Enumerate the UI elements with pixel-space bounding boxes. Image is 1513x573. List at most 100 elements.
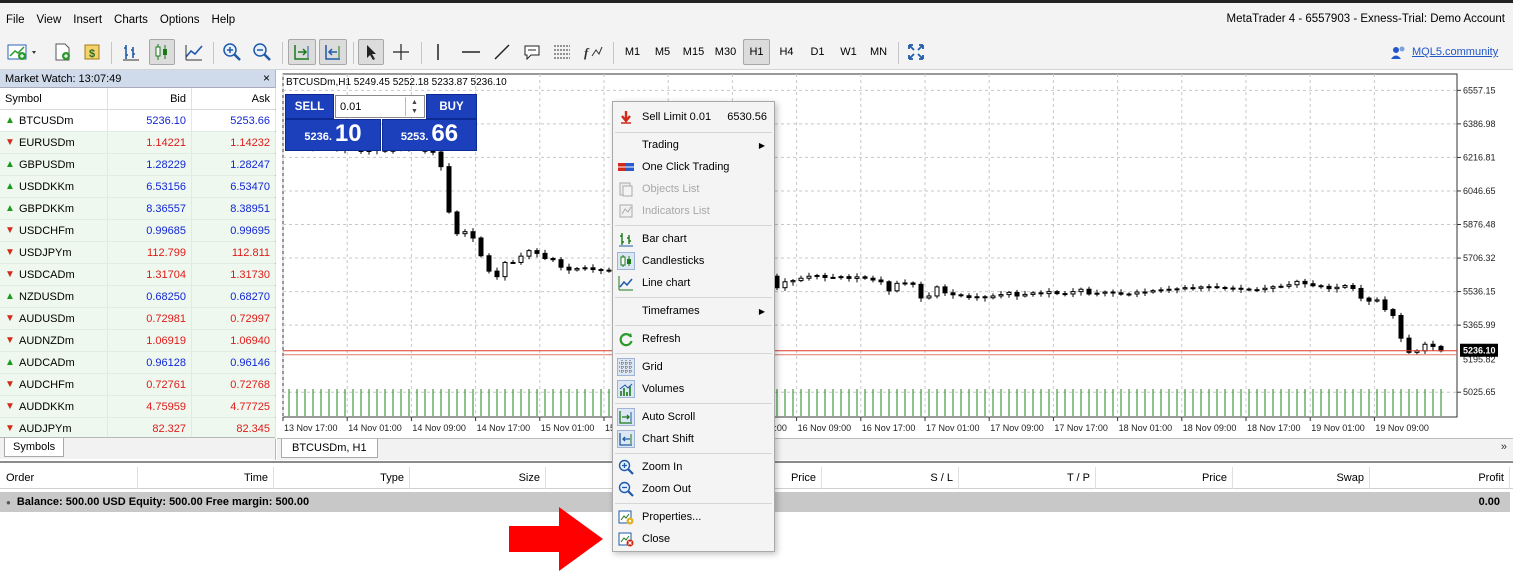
buy-price-button[interactable]: 5253. 66 bbox=[382, 119, 477, 151]
menu-insert[interactable]: Insert bbox=[67, 14, 108, 26]
horizontal-line-button[interactable] bbox=[458, 39, 484, 65]
menu-item-one-click-trading[interactable]: One Click Trading bbox=[613, 156, 774, 178]
sell-button[interactable]: SELL bbox=[285, 94, 334, 119]
menu-charts[interactable]: Charts bbox=[108, 14, 154, 26]
lot-size-input[interactable]: 0.01 ▲ ▼ bbox=[335, 95, 425, 118]
timeframe-d1[interactable]: D1 bbox=[804, 39, 831, 65]
mql5-community-link[interactable]: MQL5.community bbox=[1390, 44, 1498, 60]
menu-item-bar-chart[interactable]: Bar chart bbox=[613, 228, 774, 250]
chart-window[interactable]: 6557.15 6386.98 6216.81 6046.65 5876.48 5706.… bbox=[277, 70, 1513, 460]
bar-chart-button[interactable] bbox=[118, 39, 144, 65]
menu-item-properties[interactable]: Properties... bbox=[613, 506, 774, 528]
symbol-name: AUDCHFm bbox=[19, 378, 74, 391]
menu-item-objects-list[interactable]: Objects List bbox=[613, 178, 774, 200]
timeframe-m30[interactable]: M30 bbox=[711, 39, 740, 65]
column-header-bid[interactable]: Bid bbox=[108, 88, 192, 109]
column-header-time[interactable]: Time bbox=[138, 467, 274, 489]
menu-item-chart-shift[interactable]: Chart Shift bbox=[613, 428, 774, 450]
timeframe-mn[interactable]: MN bbox=[865, 39, 892, 65]
table-row[interactable]: ▼ USDJPYm 112.799 112.811 bbox=[0, 242, 276, 264]
market-watch-button[interactable]: $ bbox=[80, 39, 104, 65]
table-row[interactable]: ▼ AUDCHFm 0.72761 0.72768 bbox=[0, 374, 276, 396]
bid-cell: 1.28229 bbox=[108, 154, 192, 175]
close-icon[interactable]: × bbox=[263, 71, 270, 85]
column-header-symbol[interactable]: Symbol bbox=[0, 88, 108, 109]
menu-item-volumes[interactable]: Volumes bbox=[613, 378, 774, 400]
menu-item-close[interactable]: Close bbox=[613, 528, 774, 550]
menu-item-indicators-list[interactable]: Indicators List bbox=[613, 200, 774, 222]
sell-price-button[interactable]: 5236. 10 bbox=[285, 119, 381, 151]
crosshair-button[interactable] bbox=[389, 39, 413, 65]
spin-up-icon[interactable]: ▲ bbox=[411, 98, 418, 107]
menu-item-line-chart[interactable]: Line chart bbox=[613, 272, 774, 294]
cursor-button[interactable] bbox=[358, 39, 384, 65]
menu-help[interactable]: Help bbox=[206, 14, 242, 26]
trendline-button[interactable] bbox=[490, 39, 514, 65]
table-row[interactable]: ▲ BTCUSDm 5236.10 5253.66 bbox=[0, 110, 276, 132]
timeframe-h1[interactable]: H1 bbox=[743, 39, 770, 65]
column-header-ask[interactable]: Ask bbox=[192, 88, 276, 109]
column-header-type[interactable]: Type bbox=[274, 467, 410, 489]
table-row[interactable]: ▼ EURUSDm 1.14221 1.14232 bbox=[0, 132, 276, 154]
menu-item-auto-scroll[interactable]: Auto Scroll bbox=[613, 406, 774, 428]
table-row[interactable]: ▼ AUDNZDm 1.06919 1.06940 bbox=[0, 330, 276, 352]
zoom-out-button[interactable] bbox=[249, 39, 275, 65]
column-header-size[interactable]: Size bbox=[410, 467, 546, 489]
spin-down-icon[interactable]: ▼ bbox=[411, 107, 418, 116]
tabs-scroll-icon[interactable]: » bbox=[1501, 441, 1507, 453]
menu-item-sell-limit[interactable]: Sell Limit 0.01 6530.56 bbox=[613, 106, 774, 128]
table-row[interactable]: ▲ NZDUSDm 0.68250 0.68270 bbox=[0, 286, 276, 308]
menu-file[interactable]: File bbox=[0, 14, 31, 26]
menu-item-candlesticks[interactable]: Candlesticks bbox=[613, 250, 774, 272]
menu-item-zoom-in[interactable]: Zoom In bbox=[613, 456, 774, 478]
column-header-profit[interactable]: Profit bbox=[1370, 467, 1510, 489]
new-chart-button[interactable] bbox=[4, 39, 42, 65]
column-header-sl[interactable]: S / L bbox=[822, 467, 959, 489]
candle-body bbox=[470, 231, 476, 239]
table-row[interactable]: ▲ AUDCADm 0.96128 0.96146 bbox=[0, 352, 276, 374]
table-row[interactable]: ▲ USDDKKm 6.53156 6.53470 bbox=[0, 176, 276, 198]
menu-item-trading[interactable]: Trading ▶ bbox=[613, 134, 774, 156]
menu-view[interactable]: View bbox=[31, 14, 68, 26]
table-row[interactable]: ▲ GBPDKKm 8.36557 8.38951 bbox=[0, 198, 276, 220]
table-row[interactable]: ▼ AUDDKKm 4.75959 4.77725 bbox=[0, 396, 276, 418]
text-button[interactable] bbox=[520, 39, 544, 65]
table-row[interactable]: ▲ GBPUSDm 1.28229 1.28247 bbox=[0, 154, 276, 176]
auto-scroll-button[interactable] bbox=[288, 39, 316, 65]
lot-spinner[interactable]: ▲ ▼ bbox=[405, 97, 423, 116]
column-header-swap[interactable]: Swap bbox=[1233, 467, 1370, 489]
candle-body bbox=[966, 295, 972, 299]
line-chart-button[interactable] bbox=[181, 39, 207, 65]
timeframe-m5[interactable]: M5 bbox=[649, 39, 676, 65]
vertical-line-button[interactable] bbox=[428, 39, 448, 65]
table-row[interactable]: ▼ USDCADm 1.31704 1.31730 bbox=[0, 264, 276, 286]
candle-body bbox=[1334, 286, 1340, 290]
profiles-button[interactable] bbox=[50, 39, 74, 65]
tab-symbols[interactable]: Symbols bbox=[4, 438, 65, 457]
fullscreen-button[interactable] bbox=[904, 39, 928, 65]
fibonacci-button[interactable] bbox=[550, 39, 574, 65]
timeframe-w1[interactable]: W1 bbox=[835, 39, 862, 65]
buy-button[interactable]: BUY bbox=[426, 94, 477, 119]
menu-item-refresh[interactable]: Refresh bbox=[613, 328, 774, 350]
table-row[interactable]: ▼ AUDUSDm 0.72981 0.72997 bbox=[0, 308, 276, 330]
tab-btcusdm-h1[interactable]: BTCUSDm, H1 bbox=[281, 439, 378, 458]
zoom-in-button[interactable] bbox=[219, 39, 245, 65]
column-header-tp[interactable]: T / P bbox=[959, 467, 1096, 489]
candle-body bbox=[566, 266, 572, 271]
x-tick-label: 18 Nov 17:00 bbox=[1247, 423, 1301, 433]
candlesticks-button[interactable] bbox=[149, 39, 175, 65]
column-header-order[interactable]: Order bbox=[0, 467, 138, 489]
timeframe-h4[interactable]: H4 bbox=[773, 39, 800, 65]
chart-shift-button[interactable] bbox=[319, 39, 347, 65]
menu-item-grid[interactable]: Grid bbox=[613, 356, 774, 378]
candle-body bbox=[446, 166, 452, 213]
indicators-button[interactable]: f bbox=[580, 39, 606, 65]
menu-options[interactable]: Options bbox=[154, 14, 206, 26]
timeframe-m1[interactable]: M1 bbox=[619, 39, 646, 65]
table-row[interactable]: ▼ USDCHFm 0.99685 0.99695 bbox=[0, 220, 276, 242]
menu-item-timeframes[interactable]: Timeframes ▶ bbox=[613, 300, 774, 322]
timeframe-m15[interactable]: M15 bbox=[679, 39, 708, 65]
column-header-current-price[interactable]: Price bbox=[1096, 467, 1233, 489]
menu-item-zoom-out[interactable]: Zoom Out bbox=[613, 478, 774, 500]
